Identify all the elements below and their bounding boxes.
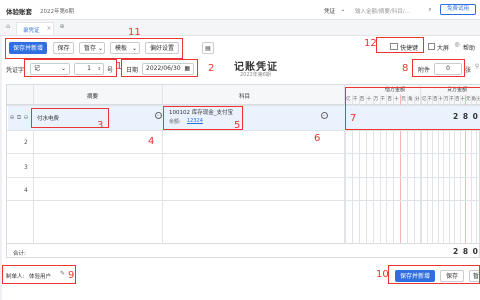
annotation-4: 4: [148, 136, 155, 147]
divider: [7, 243, 480, 244]
column-account: 科目: [239, 94, 251, 100]
help-label[interactable]: 帮助: [463, 43, 475, 52]
row-line: [7, 200, 480, 201]
annotation-6: 6: [314, 133, 321, 144]
annotation-box-11: [5, 38, 183, 59]
fullscreen-label: 大屏: [437, 45, 450, 52]
add-row-icon[interactable]: ⊕: [9, 114, 15, 122]
annotation-8: 8: [402, 63, 409, 74]
row-line: [7, 153, 480, 154]
annotation-box-1: [24, 59, 117, 77]
paperclip-icon[interactable]: ⚲: [474, 63, 480, 71]
search-icon[interactable]: ⌕: [426, 6, 434, 14]
delete-row-icon[interactable]: ⊖: [23, 114, 29, 122]
total-label: 合计:: [13, 251, 26, 257]
annotation-box-5: [163, 106, 243, 130]
annotation-10: 10: [376, 269, 389, 280]
column-summary: 摘要: [87, 94, 99, 100]
chevron-down-icon: ⌄: [340, 6, 346, 13]
annotation-7: 7: [350, 113, 357, 124]
total-credit: 2 8 0: [453, 247, 479, 256]
copy-row-icon[interactable]: ⧉: [16, 114, 22, 122]
annotation-box-2: [121, 59, 198, 77]
top-bar: 体验账套 2022年第6期 凭证 ⌄ 输入金额/摘要/科目/... ⌕ 免费试用: [0, 0, 480, 20]
free-trial-button[interactable]: 免费试用: [440, 4, 476, 15]
home-icon[interactable]: ⌂: [4, 23, 12, 31]
period-label[interactable]: 2022年第6期: [40, 7, 74, 15]
tab-bar: ⌂ 录凭证 × ⊕: [0, 20, 480, 36]
voucher-word-label: 凭证字: [6, 67, 25, 74]
annotation-12: 12: [364, 38, 377, 49]
row-number: 3: [24, 164, 28, 171]
annotation-11: 11: [128, 27, 141, 38]
annotation-9: 9: [68, 270, 75, 281]
attachment-unit: 张: [465, 67, 472, 74]
annotation-box-10: [388, 265, 480, 284]
more-icon[interactable]: ⋯: [321, 112, 328, 119]
page-subtitle: 2022年第6期: [240, 72, 271, 78]
search-input[interactable]: 输入金额/摘要/科目/...: [355, 7, 410, 15]
row-number: 2: [24, 139, 28, 146]
annotation-box-12: [376, 37, 424, 53]
voucher-search-select[interactable]: 凭证: [324, 7, 335, 15]
fullscreen-checkbox[interactable]: [428, 43, 435, 50]
tab-label: 录凭证: [23, 28, 40, 34]
print-icon[interactable]: ▤: [202, 42, 214, 54]
close-icon[interactable]: ×: [46, 25, 52, 33]
annotation-2: 2: [208, 63, 215, 74]
row-line: [7, 130, 480, 131]
more-icon[interactable]: ⋯: [155, 112, 162, 119]
main-panel: 保存并新增 保存 暂存 ⌄ 模板 ⌄ 偏好设置 ▤ 11 凭证字 记 ⌄ 1 ⇕ 号 1…: [2, 27, 480, 300]
help-icon[interactable]: ◎: [453, 41, 461, 49]
annotation-box-8: [412, 59, 465, 77]
row-number: 4: [24, 187, 28, 194]
annotation-box-9: [2, 265, 76, 284]
row-line: [7, 177, 480, 178]
add-tab-icon[interactable]: ⊕: [58, 23, 66, 31]
app-name: 体验账套: [6, 8, 32, 16]
annotation-box-7: [345, 87, 480, 130]
tab-record-voucher[interactable]: 录凭证 ×: [16, 22, 54, 35]
annotation-3: 3: [97, 120, 104, 131]
annotation-5: 5: [234, 120, 241, 131]
